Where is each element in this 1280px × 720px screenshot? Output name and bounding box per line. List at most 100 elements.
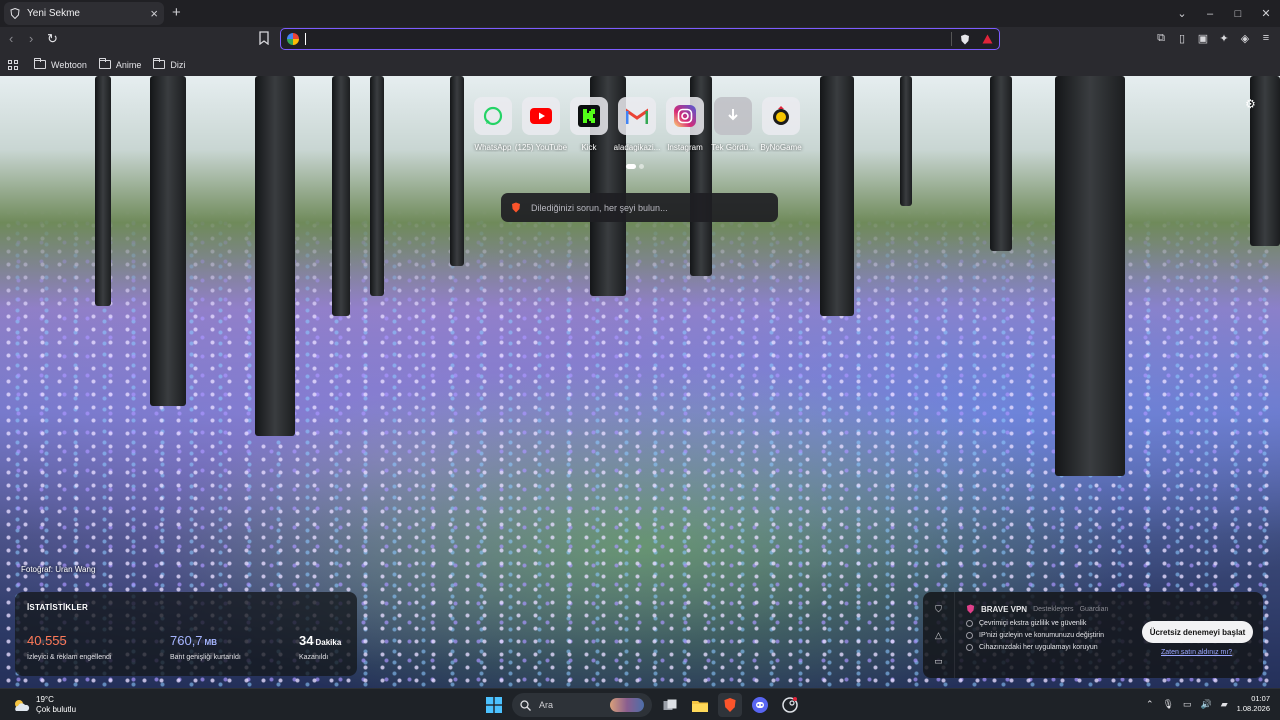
search-icon — [520, 699, 531, 711]
check-circle-icon — [966, 620, 973, 627]
battery-icon[interactable]: ▰ — [1221, 699, 1228, 710]
tab-search-dropdown-icon[interactable]: ⌄ — [1168, 0, 1196, 27]
top-site-tek-gordu[interactable]: Tek Gördü... — [711, 97, 755, 152]
maximize-button[interactable]: □ — [1224, 0, 1252, 27]
apps-grid-icon[interactable] — [8, 59, 18, 70]
forward-button[interactable]: › — [29, 31, 33, 46]
tree-trunk — [990, 76, 1012, 251]
discord-button[interactable] — [748, 693, 772, 717]
wallet-icon[interactable]: ▣ — [1197, 32, 1209, 45]
folder-icon — [692, 700, 708, 712]
top-sites-pager[interactable] — [626, 164, 644, 169]
taskbar-apps: Ara — [482, 693, 802, 717]
file-explorer-button[interactable] — [688, 693, 712, 717]
bookmarks-bar: Webtoon Anime Dizi — [0, 53, 1280, 76]
bookmark-folder-dizi[interactable]: Dizi — [153, 58, 185, 70]
customize-gear-icon[interactable]: ⚙ — [1245, 97, 1256, 111]
bynogame-icon — [773, 106, 789, 125]
stat-value: 40.555 — [27, 633, 67, 648]
weather-desc: Çok bulutlu — [36, 704, 77, 714]
weather-widget[interactable]: 19°C Çok bulutlu — [12, 695, 76, 714]
bookmark-folder-anime[interactable]: Anime — [98, 58, 142, 70]
stat-desc: Kazanıldı — [299, 654, 329, 661]
top-site-gmail[interactable]: aladagikazi... — [614, 97, 660, 152]
leo-search-box[interactable]: Dilediğinizi sorun, her şeyi bulun... — [501, 193, 778, 222]
check-circle-icon — [966, 644, 973, 651]
talk-camera-icon[interactable]: ▭ — [934, 656, 943, 667]
toolbar-actions: ⧉ ▯ ▣ ✦ ◈ ≡ — [1155, 32, 1272, 45]
task-view-button[interactable] — [658, 693, 682, 717]
microphone-icon[interactable]: 🎙 — [1163, 699, 1174, 710]
bookmark-label: Anime — [115, 59, 142, 70]
top-site-bynogame[interactable]: ByNoGame — [760, 97, 802, 152]
vpn-title: BRAVE VPN — [981, 604, 1028, 614]
top-site-kick[interactable]: Kick — [570, 97, 608, 152]
top-site-whatsapp[interactable]: WhatsApp — [474, 97, 512, 152]
clock-date: 1.08.2026 — [1236, 704, 1270, 714]
leo-ai-icon[interactable]: ✦ — [1218, 32, 1230, 45]
sidebar-icon[interactable]: ▯ — [1176, 32, 1188, 45]
vpn-shield-icon[interactable]: ⛉ — [935, 604, 942, 615]
system-tray: ⌃ 🎙 ▭ 🔊 ▰ 01:07 1.08.2026 — [1146, 694, 1270, 714]
clock-time: 01:07 — [1251, 694, 1270, 703]
volume-icon[interactable]: 🔊 — [1200, 699, 1211, 710]
brave-icon — [724, 698, 736, 712]
check-circle-icon — [966, 632, 973, 639]
minimize-button[interactable]: – — [1196, 0, 1224, 27]
stats-widget: İSTATİSTİKLER 40.555 İzleyici & reklam e… — [15, 592, 357, 676]
address-input[interactable] — [305, 33, 951, 45]
top-site-instagram[interactable]: Instagram — [666, 97, 704, 152]
widget-switcher: ⛉ △ ▭ — [923, 592, 955, 678]
tree-trunk — [900, 76, 912, 206]
clock[interactable]: 01:07 1.08.2026 — [1237, 694, 1270, 714]
network-icon[interactable]: ▭ — [1183, 699, 1192, 710]
stat-desc: İzleyici & reklam engellendi — [27, 654, 112, 661]
start-trial-button[interactable]: Ücretsiz denemeyi başlat — [1142, 621, 1253, 643]
tab-new-tab[interactable]: Yeni Sekme × — [4, 2, 164, 25]
vpn-logo-icon — [966, 604, 975, 614]
steam-button[interactable] — [778, 693, 802, 717]
brave-taskbar-button[interactable] — [718, 693, 742, 717]
discord-icon — [752, 697, 768, 713]
rewards-triangle-icon[interactable]: △ — [935, 630, 942, 641]
stat-value: 34 — [299, 633, 314, 648]
task-view-icon — [663, 699, 677, 710]
tree-trunk — [255, 76, 295, 436]
brave-shields-icon[interactable] — [960, 34, 970, 45]
bookmark-folder-webtoon[interactable]: Webtoon — [33, 58, 87, 70]
tree-trunk — [95, 76, 111, 306]
download-icon — [728, 109, 738, 121]
new-tab-button[interactable]: + — [172, 4, 181, 21]
top-site-label: ByNoGame — [760, 143, 802, 152]
steam-icon — [782, 697, 798, 713]
bookmark-icon[interactable] — [258, 31, 270, 45]
vpn-icon[interactable]: ◈ — [1239, 32, 1251, 45]
photo-credit[interactable]: Fotoğraf: Uran Wang — [21, 565, 95, 574]
gmail-icon — [626, 107, 648, 124]
top-sites: WhatsApp (125) YouTube Kick aladagikazi.… — [474, 97, 802, 152]
tray-overflow-icon[interactable]: ⌃ — [1146, 699, 1154, 710]
back-button[interactable]: ‹ — [9, 31, 13, 46]
address-bar[interactable] — [280, 28, 1000, 50]
window-controls: ⌄ – □ ✕ — [1168, 0, 1280, 27]
start-button[interactable] — [482, 693, 506, 717]
taskbar-search[interactable]: Ara — [512, 693, 652, 717]
already-purchased-link[interactable]: Zaten satın aldınız mı? — [1161, 649, 1232, 656]
extensions-icon[interactable]: ⧉ — [1155, 32, 1167, 44]
tab-title: Yeni Sekme — [27, 8, 80, 19]
menu-icon[interactable]: ≡ — [1260, 32, 1272, 44]
stat-value: 760,7 — [170, 633, 203, 648]
folder-icon — [98, 58, 111, 69]
top-site-youtube[interactable]: (125) YouTube — [515, 97, 567, 152]
windows-icon — [486, 697, 502, 713]
vpn-header: BRAVE VPN Destekleyers Guardian — [966, 604, 1108, 614]
reload-button[interactable]: ↻ — [47, 31, 58, 47]
tree-trunk — [332, 76, 350, 316]
tree-trunk — [450, 76, 464, 266]
tab-close-button[interactable]: × — [150, 6, 158, 21]
top-site-label: Kick — [581, 143, 597, 152]
whatsapp-icon — [483, 106, 503, 126]
brave-rewards-icon[interactable] — [982, 34, 993, 44]
bookmark-label: Webtoon — [51, 59, 87, 70]
close-window-button[interactable]: ✕ — [1252, 0, 1280, 27]
